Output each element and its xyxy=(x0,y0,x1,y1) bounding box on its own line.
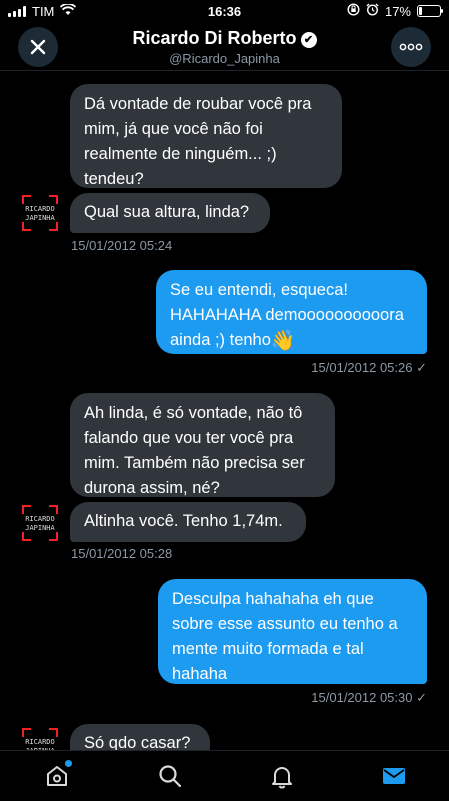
nav-messages[interactable] xyxy=(381,763,407,789)
message-bubble-incoming[interactable]: Ah linda, é só vontade, não tô falando q… xyxy=(70,393,335,497)
battery-percent: 17% xyxy=(384,3,411,19)
alarm-icon xyxy=(366,3,379,19)
nav-notifications[interactable] xyxy=(269,763,295,789)
message-text: Altinha você. Tenho 1,74m. xyxy=(84,512,283,530)
message-text: Qual sua altura, linda? xyxy=(84,203,250,221)
bell-icon xyxy=(272,767,292,789)
message-bubble-outgoing[interactable]: Se eu entendi, esqueca! HAHAHAHA demoooo… xyxy=(156,270,427,354)
message-text: Desculpa hahahaha eh que sobre esse assu… xyxy=(172,590,398,683)
contact-avatar[interactable]: RICARDO JAPINHA xyxy=(22,505,58,541)
message-timestamp: 15/01/2012 05:28 xyxy=(71,546,173,561)
contact-avatar[interactable]: RICARDO JAPINHA xyxy=(22,195,58,231)
avatar-label: RICARDO xyxy=(25,738,55,746)
avatar-label: JAPINHA xyxy=(25,214,55,222)
search-icon xyxy=(159,765,182,788)
contact-name: Ricardo Di Roberto xyxy=(132,28,297,48)
message-bubble-incoming[interactable]: Dá vontade de roubar você pra mim, já qu… xyxy=(70,84,342,188)
envelope-icon xyxy=(383,768,405,784)
message-bubble-incoming[interactable]: Altinha você. Tenho 1,74m. xyxy=(70,502,306,542)
status-right: 17% xyxy=(347,3,443,19)
message-timestamp: 15/01/2012 05:26 ✓ xyxy=(311,360,427,375)
message-text: Dá vontade de roubar você pra mim, já qu… xyxy=(84,95,312,188)
more-options-button[interactable] xyxy=(391,27,431,67)
avatar-label: JAPINHA xyxy=(25,524,55,532)
waving-hand-emoji: 👋 xyxy=(270,330,296,352)
avatar-label: RICARDO xyxy=(25,205,55,213)
more-icon xyxy=(399,43,423,51)
notification-dot xyxy=(65,760,72,767)
avatar-label: RICARDO xyxy=(25,515,55,523)
nav-home[interactable] xyxy=(44,760,72,789)
message-bubble-outgoing[interactable]: Desculpa hahahaha eh que sobre esse assu… xyxy=(158,579,427,684)
message-timestamp: 15/01/2012 05:30 ✓ xyxy=(311,690,427,705)
home-icon xyxy=(47,766,67,786)
message-bubble-incoming[interactable]: Qual sua altura, linda? xyxy=(70,193,270,233)
battery-icon xyxy=(417,5,443,17)
contact-handle: @Ricardo_Japinha xyxy=(169,51,280,66)
rotation-lock-icon xyxy=(347,3,360,19)
message-text: Ah linda, é só vontade, não tô falando q… xyxy=(84,404,305,497)
conversation-title: Ricardo Di Roberto ✔ xyxy=(0,28,449,49)
message-timestamp: 15/01/2012 05:24 xyxy=(71,238,173,253)
verified-icon: ✔ xyxy=(300,32,317,48)
nav-search[interactable] xyxy=(157,763,183,789)
conversation-header: Ricardo Di Roberto ✔ @Ricardo_Japinha xyxy=(0,24,449,71)
bottom-navigation xyxy=(0,750,449,801)
status-bar: TIM 16:36 17% xyxy=(0,0,449,24)
